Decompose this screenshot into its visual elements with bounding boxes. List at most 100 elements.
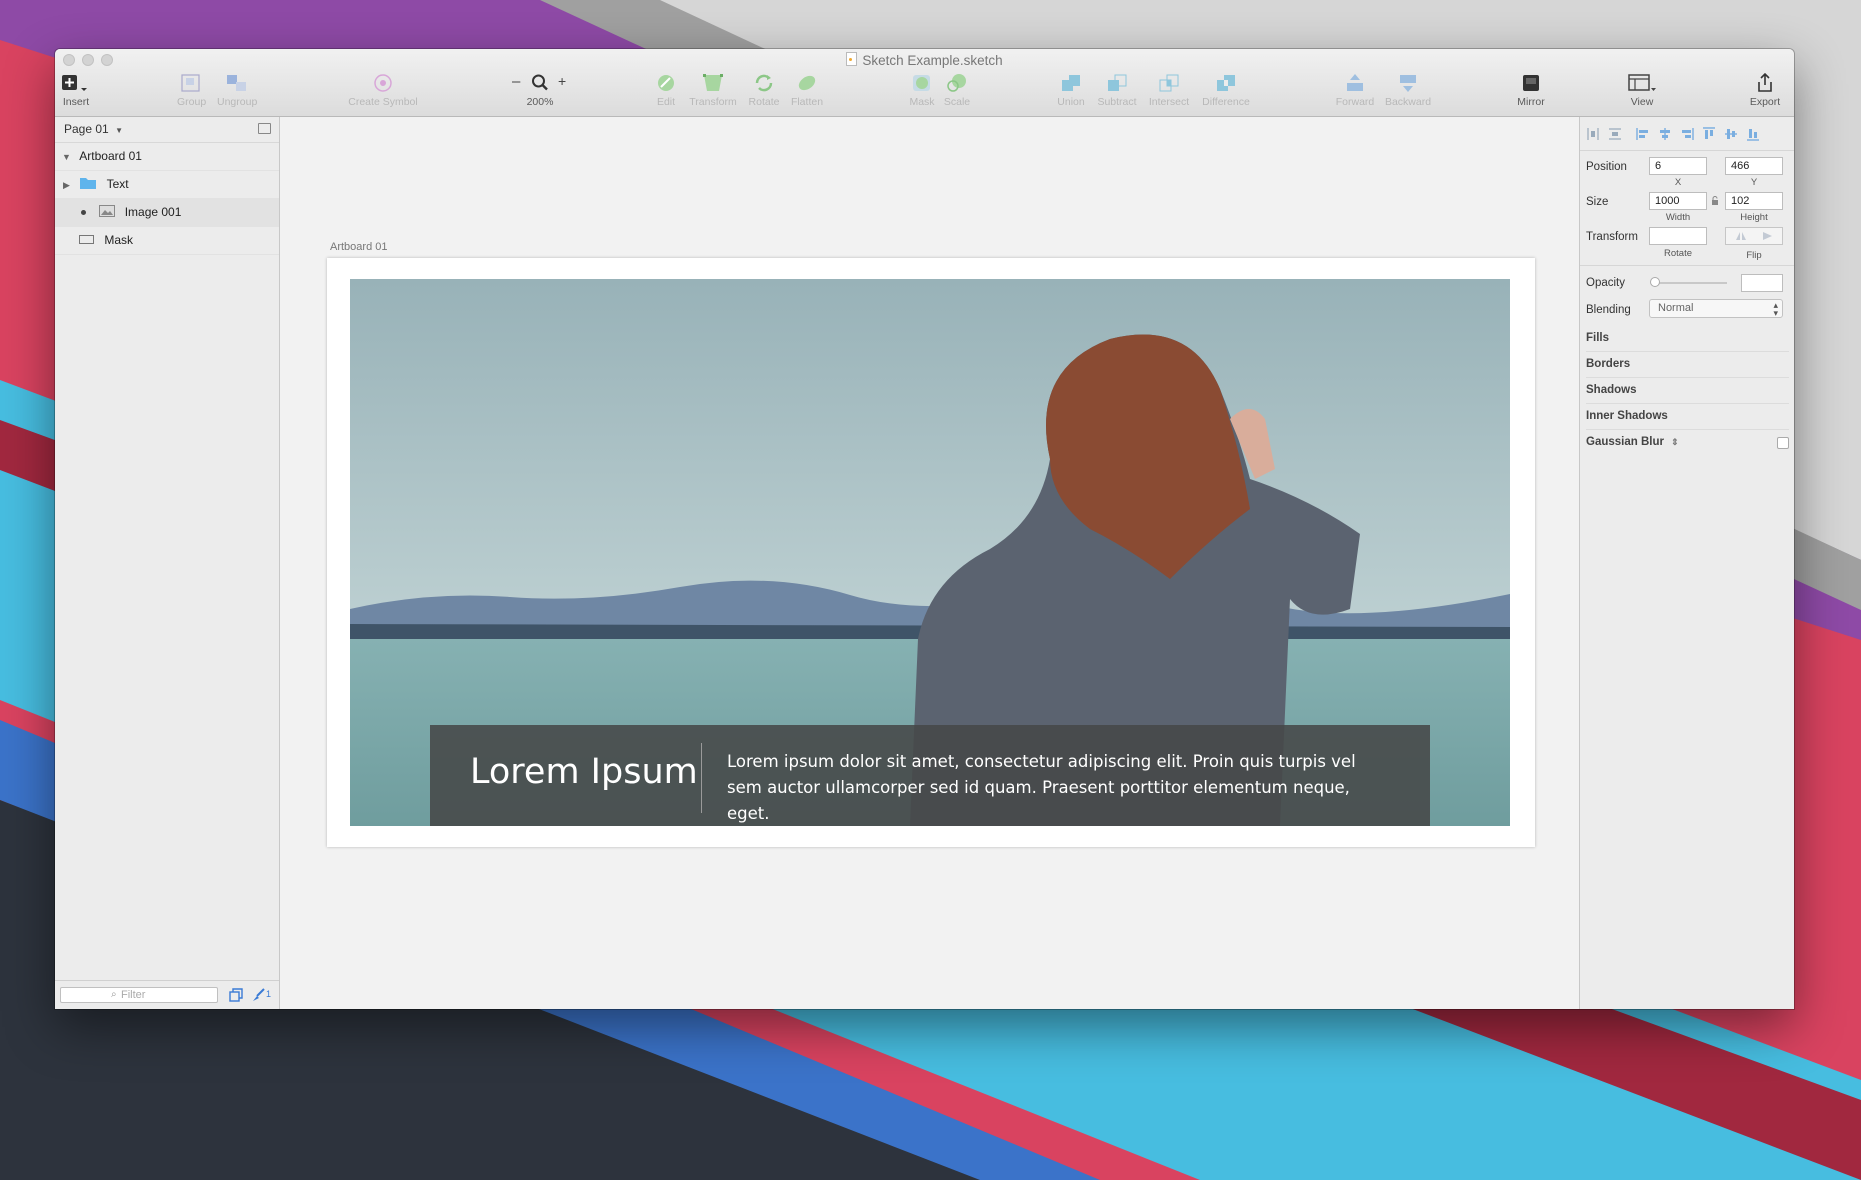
app-window: Sketch Example.sketch Insert Group Ungro… — [55, 49, 1794, 1009]
size-label: Size — [1586, 196, 1609, 208]
transform-icon — [703, 74, 723, 91]
document-icon — [846, 52, 858, 66]
opacity-field[interactable] — [1741, 274, 1783, 292]
align-left-icon[interactable] — [1636, 127, 1650, 141]
forward-button[interactable]: Forward — [1333, 73, 1377, 108]
blending-select[interactable]: Normal ▴ ▾ — [1649, 299, 1783, 318]
gaussian-blur-checkbox[interactable] — [1777, 437, 1789, 449]
export-button[interactable]: Export — [1747, 73, 1783, 108]
align-middle-icon[interactable] — [1724, 127, 1738, 141]
pages-icon[interactable] — [229, 988, 243, 1002]
group-button[interactable]: Group — [177, 73, 206, 108]
flip-vertical-icon[interactable] — [1762, 231, 1774, 241]
y-label: Y — [1750, 177, 1758, 188]
view-label: View — [1630, 96, 1654, 108]
layer-label: Artboard 01 — [79, 149, 142, 163]
divider — [1580, 150, 1794, 151]
titlebar: Sketch Example.sketch Insert Group Ungro… — [55, 49, 1794, 117]
select-arrows-icon: ▴ ▾ — [1773, 300, 1778, 318]
layer-artboard[interactable]: ▼ Artboard 01 — [55, 143, 279, 171]
canvas[interactable]: Artboard 01 Lorem Ipsum Lorem ipsum dolo… — [280, 117, 1579, 1009]
scale-button[interactable]: Scale — [942, 73, 972, 108]
view-button[interactable]: View — [1626, 73, 1658, 108]
backward-button[interactable]: Backward — [1381, 73, 1435, 108]
transform-label: Transform — [689, 96, 737, 108]
x-field[interactable]: 6 — [1649, 157, 1707, 175]
union-button[interactable]: Union — [1055, 73, 1087, 108]
transform-button[interactable]: Transform — [689, 73, 737, 108]
distribute-vertical-icon[interactable] — [1608, 127, 1622, 141]
brush-icon[interactable] — [251, 988, 265, 1002]
shadows-section[interactable]: Shadows — [1586, 377, 1789, 404]
flatten-label: Flatten — [790, 96, 824, 108]
flatten-button[interactable]: Flatten — [787, 73, 827, 108]
transform-label: Transform — [1586, 231, 1638, 243]
fills-section[interactable]: Fills — [1586, 325, 1789, 352]
edit-label: Edit — [656, 96, 676, 108]
mirror-button[interactable]: Mirror — [1513, 73, 1549, 108]
section-title: Fills — [1586, 332, 1610, 344]
plus-icon — [62, 75, 87, 91]
distribute-horizontal-icon[interactable] — [1586, 127, 1600, 141]
scale-icon — [947, 74, 966, 92]
window-title-text: Sketch Example.sketch — [862, 53, 1003, 68]
opacity-slider[interactable] — [1650, 277, 1727, 287]
group-icon — [181, 74, 200, 92]
page-selector[interactable]: Page 01 ▼ — [55, 117, 279, 143]
difference-icon — [1217, 75, 1235, 91]
align-bottom-icon[interactable] — [1746, 127, 1760, 141]
flip-buttons — [1725, 227, 1783, 245]
zoom-in-button[interactable]: + — [558, 73, 566, 89]
layer-mask[interactable]: Mask — [55, 227, 279, 255]
flip-horizontal-icon[interactable] — [1735, 231, 1747, 241]
edit-button[interactable]: Edit — [654, 73, 678, 108]
artboard-label[interactable]: Artboard 01 — [330, 241, 387, 253]
magnifier-icon[interactable] — [531, 73, 549, 93]
insert-button[interactable]: Insert — [61, 73, 91, 108]
caption-bar[interactable]: Lorem Ipsum Lorem ipsum dolor sit amet, … — [430, 725, 1430, 826]
mirror-icon — [1523, 75, 1539, 91]
width-field[interactable]: 1000 — [1649, 192, 1707, 210]
rotate-label: Rotate — [1664, 248, 1692, 259]
gaussian-blur-section[interactable]: Gaussian Blur ⇕ — [1586, 429, 1789, 455]
zoom-out-button[interactable]: – — [512, 73, 520, 90]
rotate-button[interactable]: Rotate — [747, 73, 781, 108]
layer-text-group[interactable]: ▶ Text — [55, 171, 279, 199]
disclosure-open-icon[interactable]: ▼ — [62, 152, 71, 162]
edited-count: 1 — [266, 989, 272, 999]
inspector-panel: Position 6 466 X Y Size 1000 102 Width H… — [1579, 117, 1794, 1009]
disclosure-closed-icon[interactable]: ▶ — [63, 180, 70, 190]
section-title: Inner Shadows — [1586, 410, 1668, 422]
rotate-field[interactable] — [1649, 227, 1707, 245]
borders-section[interactable]: Borders — [1586, 351, 1789, 378]
mask-button[interactable]: Mask — [907, 73, 937, 108]
intersect-button[interactable]: Intersect — [1146, 73, 1192, 108]
create-symbol-button[interactable]: Create Symbol — [347, 73, 419, 108]
difference-button[interactable]: Difference — [1197, 73, 1255, 108]
hero-image[interactable]: Lorem Ipsum Lorem ipsum dolor sit amet, … — [350, 279, 1510, 826]
stepper-arrows-icon[interactable]: ⇕ — [1671, 437, 1679, 447]
align-center-icon[interactable] — [1658, 127, 1672, 141]
symbol-icon — [374, 74, 392, 92]
lock-icon[interactable] — [1711, 196, 1719, 206]
insert-label: Insert — [62, 96, 90, 108]
subtract-button[interactable]: Subtract — [1095, 73, 1139, 108]
artboard[interactable]: Lorem Ipsum Lorem ipsum dolor sit amet, … — [327, 258, 1535, 847]
export-icon — [1758, 73, 1772, 92]
opacity-label: Opacity — [1586, 277, 1625, 289]
caption-divider — [701, 743, 702, 813]
opacity-slider-knob[interactable] — [1650, 277, 1660, 287]
bring-forward-icon — [1347, 74, 1363, 91]
collapse-panel-icon[interactable] — [258, 123, 271, 134]
inner-shadows-section[interactable]: Inner Shadows — [1586, 403, 1789, 430]
align-right-icon[interactable] — [1680, 127, 1694, 141]
rotate-icon — [755, 74, 773, 92]
align-top-icon[interactable] — [1702, 127, 1716, 141]
layer-image[interactable]: Image 001 — [55, 199, 279, 227]
y-field[interactable]: 466 — [1725, 157, 1783, 175]
ungroup-button[interactable]: Ungroup — [217, 73, 257, 108]
mirror-label: Mirror — [1517, 96, 1545, 108]
position-label: Position — [1586, 161, 1627, 173]
height-field[interactable]: 102 — [1725, 192, 1783, 210]
filter-input[interactable]: ⌕ Filter — [60, 987, 218, 1003]
